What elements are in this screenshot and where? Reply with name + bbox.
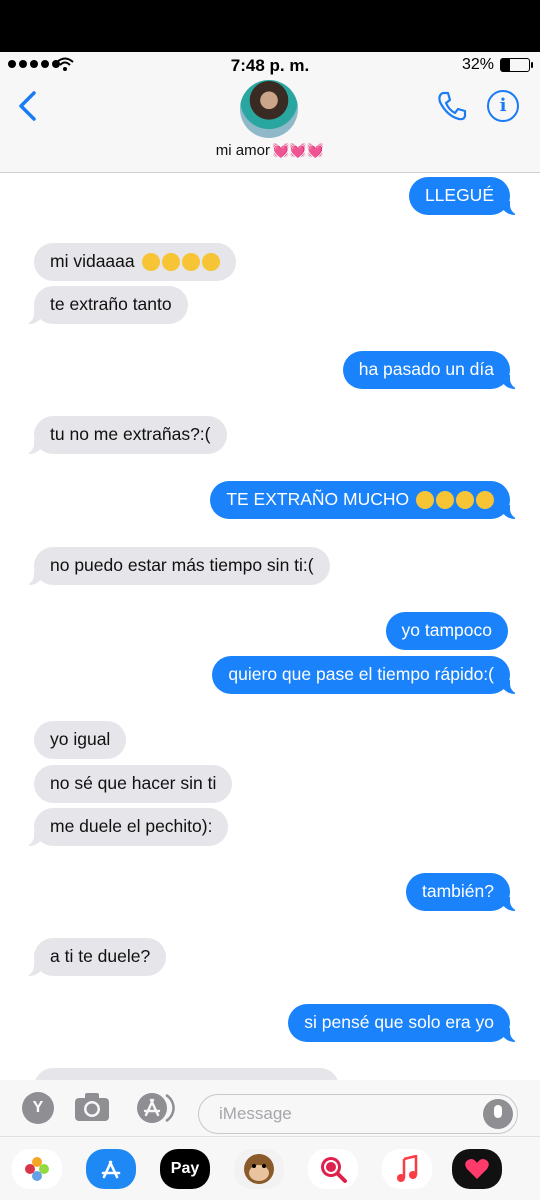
contact-avatar[interactable] [240, 80, 298, 138]
emoji-crying-icon [141, 253, 160, 271]
incoming-message: me duele el pechito): [23, 808, 229, 846]
outgoing-message: también? [406, 873, 520, 911]
y-app-button[interactable]: Y [22, 1092, 54, 1124]
incoming-message: te extraño tanto [24, 286, 188, 324]
incoming-message: mi vidaaaa [34, 243, 236, 281]
incoming-message: tu no me extrañas?:( [24, 416, 227, 454]
emoji-crying-icon [181, 253, 200, 271]
emoji-crying-cat-icon [476, 491, 494, 509]
back-chevron-icon[interactable] [16, 90, 40, 122]
composer-bar: Y [0, 1080, 540, 1136]
info-icon[interactable]: i [487, 90, 519, 122]
status-time: 7:48 p. m. [230, 56, 310, 75]
emoji-crying-icon [161, 253, 180, 271]
battery-percent: 32% [461, 56, 494, 73]
message-text-field[interactable] [217, 1103, 461, 1125]
incoming-message: yo igual [34, 721, 127, 759]
contact-name-label: mi amor [215, 142, 270, 159]
incoming-message: no sé que hacer sin ti [34, 765, 233, 803]
emoji-crying-cat-icon [456, 491, 474, 509]
outgoing-message: quiero que pase el tiempo rápido:( [212, 656, 520, 694]
outgoing-message: yo tampoco [385, 612, 508, 650]
app-store-icon[interactable] [136, 1092, 176, 1124]
incoming-message: a ti te duele? [23, 938, 167, 976]
apple-pay-app-icon[interactable]: Pay [160, 1149, 210, 1189]
music-app-icon[interactable] [382, 1149, 432, 1189]
phone-icon[interactable] [436, 90, 468, 122]
message-list[interactable]: LLEGUÉ mi vidaaaa te extraño tanto ha pa… [0, 173, 540, 1080]
web-search-app-icon[interactable] [308, 1149, 358, 1189]
incoming-message: no puedo estar más tiempo sin ti:( [24, 547, 330, 585]
outgoing-message: TE EXTRAÑO MUCHO [210, 481, 520, 519]
outgoing-message: LLEGUÉ [408, 177, 521, 215]
photos-app-icon[interactable] [12, 1149, 62, 1189]
incoming-message-partial [34, 1068, 339, 1080]
app-store-app-icon[interactable] [86, 1149, 136, 1189]
emoji-crying-cat-icon [436, 491, 454, 509]
emoji-crying-cat-icon [416, 491, 434, 509]
camera-icon[interactable] [74, 1092, 110, 1122]
imessage-input[interactable] [198, 1094, 518, 1134]
outgoing-message: si pensé que solo era yo [288, 1004, 520, 1042]
app-drawer: Pay [0, 1136, 540, 1200]
top-black-bar [0, 0, 540, 52]
animoji-monkey-icon[interactable] [234, 1149, 284, 1189]
outgoing-message: ha pasado un día [342, 351, 521, 389]
battery-icon [500, 58, 533, 72]
apple-pay-label: Pay [170, 1160, 200, 1177]
conversation-header: mi amor 💓💓💓 i [0, 78, 540, 173]
status-bar: 7:48 p. m. 32% [0, 52, 540, 78]
microphone-icon[interactable] [483, 1099, 513, 1129]
contact-name[interactable]: mi amor 💓💓💓 [0, 142, 540, 159]
digital-touch-app-icon[interactable] [452, 1149, 502, 1189]
emoji-crying-icon [201, 253, 220, 271]
contact-hearts: 💓💓💓 [271, 142, 325, 158]
